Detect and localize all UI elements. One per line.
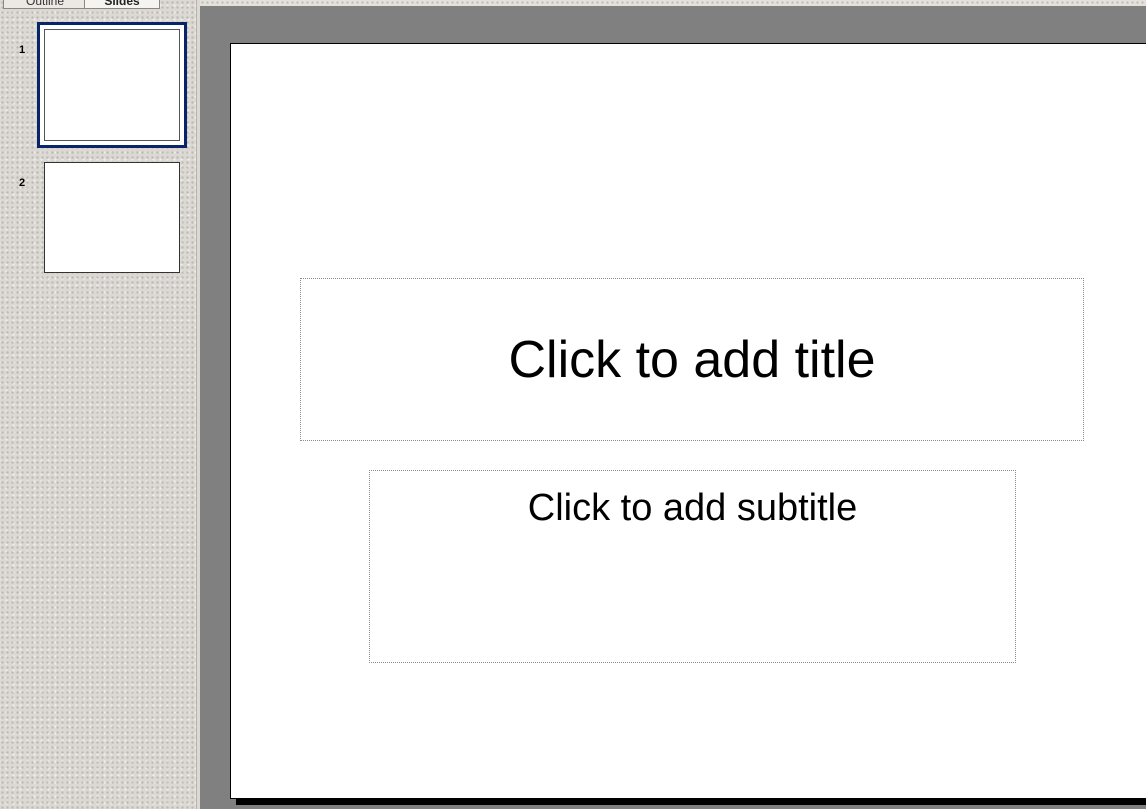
slide-canvas[interactable]: Click to add title Click to add subtitle bbox=[230, 43, 1146, 799]
title-placeholder[interactable]: Click to add title bbox=[300, 278, 1084, 441]
subtitle-placeholder[interactable]: Click to add subtitle bbox=[369, 470, 1016, 663]
slide-thumbnail-1[interactable] bbox=[44, 29, 180, 141]
tab-outline[interactable]: Outline bbox=[3, 0, 87, 9]
slide-thumbnail-1-selected[interactable] bbox=[37, 22, 187, 148]
slide-number-1: 1 bbox=[19, 44, 26, 56]
tab-slides[interactable]: Slides bbox=[84, 0, 160, 9]
workspace-top-edge bbox=[200, 0, 1146, 6]
slide-thumbnail-2[interactable] bbox=[44, 162, 180, 273]
slide-number-2: 2 bbox=[19, 177, 26, 189]
slides-pane: Outline Slides 1 2 bbox=[0, 0, 196, 809]
